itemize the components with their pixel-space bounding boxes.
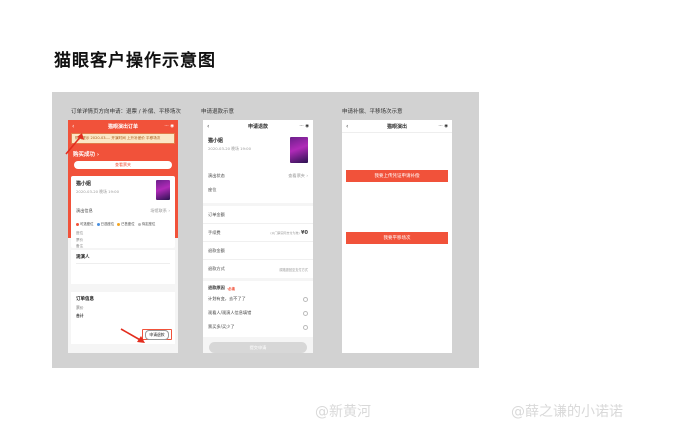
caption-order-detail: 订单详情页方向申请：退票 / 补偿、平移场次 (71, 109, 181, 115)
reason-option[interactable]: 票买多/买少了 (203, 320, 313, 334)
arrow-to-apply-icon (120, 328, 145, 343)
reason-card: 退款原因 ·必填 计划有变，去不了了 观看人/观演人信息填错 票买多/买少了 (203, 281, 313, 337)
radio-icon (303, 296, 308, 302)
nav-bar: ‹ 猫眼演出 ··· ◉ (342, 120, 452, 133)
reason-option[interactable]: 观看人/观演人信息填错 (203, 306, 313, 320)
back-icon[interactable]: ‹ (346, 123, 348, 130)
arrow-to-notice-icon (65, 133, 84, 155)
show-name: 猫小姐 (208, 138, 224, 144)
radio-icon (303, 324, 308, 330)
watermark-2: @薛之谦的小诺诺 (511, 404, 623, 420)
phone-refund: ‹ 申请退款 ··· ◉ 猫小姐 2020-03-20 晚场 19:00 演出状… (203, 120, 313, 353)
refund-amount-label: 退款金额 (208, 247, 225, 253)
buyer-card: 观演人 (71, 250, 175, 284)
watermark-1: @新黄河 (315, 404, 371, 420)
fee-label: 手续费 (208, 229, 221, 235)
nav-title: 猫眼演出 (386, 123, 407, 130)
nav-bar: ‹ 申请退款 ··· ◉ (203, 120, 313, 133)
radio-icon (303, 310, 308, 316)
show-poster (290, 137, 308, 163)
apply-compensation-button[interactable]: 我要上传凭证申请补偿 (346, 170, 448, 182)
status-row[interactable]: 演出状态 查看票夹 › (208, 173, 308, 179)
caption-compensation: 申请补偿、平移场次示意 (342, 109, 403, 115)
more-icon[interactable]: ··· ◉ (164, 124, 174, 129)
back-icon[interactable]: ‹ (72, 123, 74, 130)
caption-refund: 申请退款示意 (201, 109, 235, 115)
refund-method-row[interactable]: 退款方式 原路退回至支付方式 (203, 260, 313, 278)
back-icon[interactable]: ‹ (207, 123, 209, 130)
show-time: 2020-03-20 晚场 19:00 (76, 189, 120, 194)
buyer-label: 观演人 (76, 255, 90, 260)
show-poster (156, 180, 170, 200)
more-icon[interactable]: ··· ◉ (299, 124, 309, 129)
page-title: 猫眼客户操作示意图 (54, 51, 216, 71)
move-session-button[interactable]: 我要平移场次 (346, 232, 448, 244)
reason-option[interactable]: 计划有变，去不了了 (203, 292, 313, 306)
nav-title: 申请退款 (247, 124, 268, 130)
order-info-label: 订单信息 (76, 297, 94, 302)
seat-row: 座位 (208, 187, 217, 192)
submit-button[interactable]: 提交申请 (209, 342, 307, 353)
view-ticket-button[interactable]: 查看票夹 (74, 161, 172, 169)
more-icon[interactable]: ··· ◉ (438, 124, 448, 129)
show-card: 猫小姐 2020-03-20 晚场 19:00 演出状态 查看票夹 › 座位 (203, 133, 313, 203)
fee-amount: ¥0 (301, 229, 308, 236)
show-name: 猫小姐 (76, 181, 92, 187)
nav-title: 猫眼演出订单 (107, 124, 138, 130)
show-time: 2020-03-20 晚场 19:00 (208, 146, 252, 151)
amount-card: 订单金额 手续费 (以门票实际支付为准) ¥0 退款金额 退款方式 原路退回至支付… (203, 206, 313, 278)
order-amount-label: 订单金额 (208, 211, 225, 217)
show-card: 猫小姐 2020-03-20 晚场 19:00 演出信息 场馆联系 › 可选座位 … (71, 176, 175, 248)
show-info-row[interactable]: 演出信息 场馆联系 › (71, 208, 175, 214)
seat-info-list: 座位 票价 备注 (76, 231, 84, 248)
reason-label: 退款原因 (208, 285, 225, 290)
phone-compensation: ‹ 猫眼演出 ··· ◉ 我要上传凭证申请补偿 我要平移场次 (342, 120, 452, 353)
